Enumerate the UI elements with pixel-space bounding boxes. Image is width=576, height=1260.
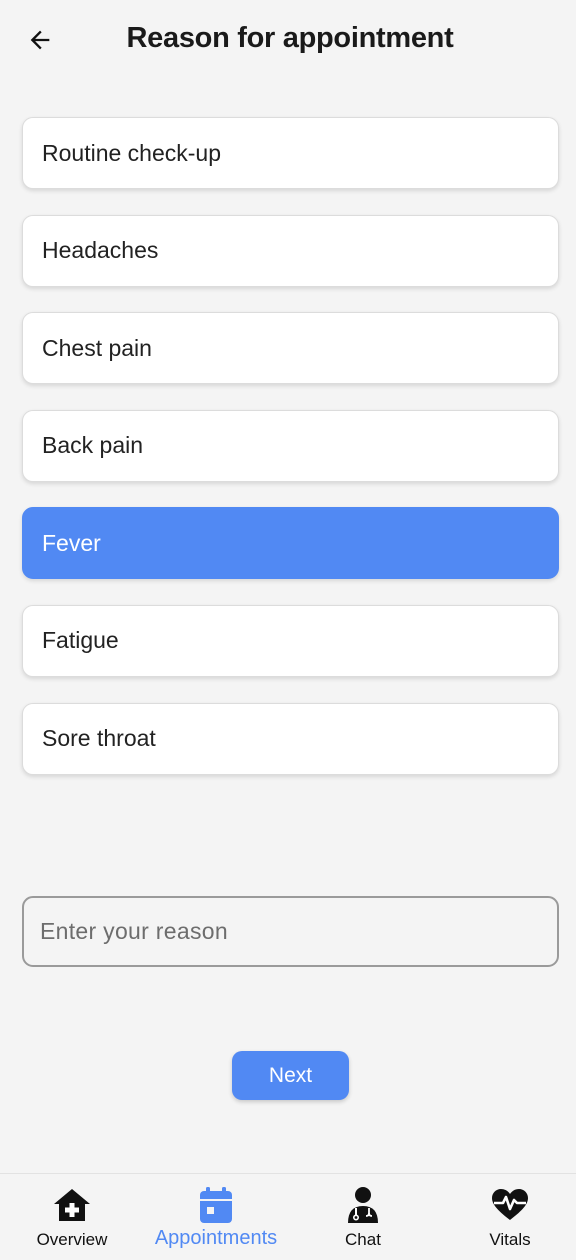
doctor-icon — [343, 1186, 383, 1224]
calendar-icon — [196, 1186, 236, 1224]
nav-label-appointments: Appointments — [154, 1227, 278, 1249]
bottom-nav: Overview Appointments Chat Vitals — [0, 1173, 576, 1260]
nav-label-overview: Overview — [36, 1230, 108, 1249]
nav-item-appointments[interactable]: Appointments — [144, 1174, 288, 1260]
nav-item-vitals[interactable]: Vitals — [438, 1174, 576, 1260]
reason-option-fever[interactable]: Fever — [22, 507, 559, 580]
nav-item-chat[interactable]: Chat — [291, 1174, 435, 1260]
next-button[interactable]: Next — [232, 1051, 349, 1100]
reason-option-fatigue[interactable]: Fatigue — [22, 604, 559, 677]
home-medical-icon — [52, 1186, 92, 1224]
reason-option-routine-check-up[interactable]: Routine check-up — [22, 117, 559, 189]
heartbeat-icon — [490, 1186, 530, 1224]
reason-option-chest-pain[interactable]: Chest pain — [22, 312, 559, 385]
nav-label-vitals: Vitals — [489, 1230, 531, 1249]
app-header: Reason for appointment — [0, 0, 576, 80]
reason-option-headaches[interactable]: Headaches — [22, 214, 559, 287]
reason-option-back-pain[interactable]: Back pain — [22, 409, 559, 482]
page-title: Reason for appointment — [126, 22, 454, 54]
nav-item-overview[interactable]: Overview — [0, 1174, 144, 1260]
nav-label-chat: Chat — [345, 1230, 381, 1249]
reason-list: Routine check-up Headaches Chest pain Ba… — [22, 117, 559, 800]
reason-option-sore-throat[interactable]: Sore throat — [22, 702, 559, 775]
custom-reason-input[interactable] — [22, 896, 559, 967]
